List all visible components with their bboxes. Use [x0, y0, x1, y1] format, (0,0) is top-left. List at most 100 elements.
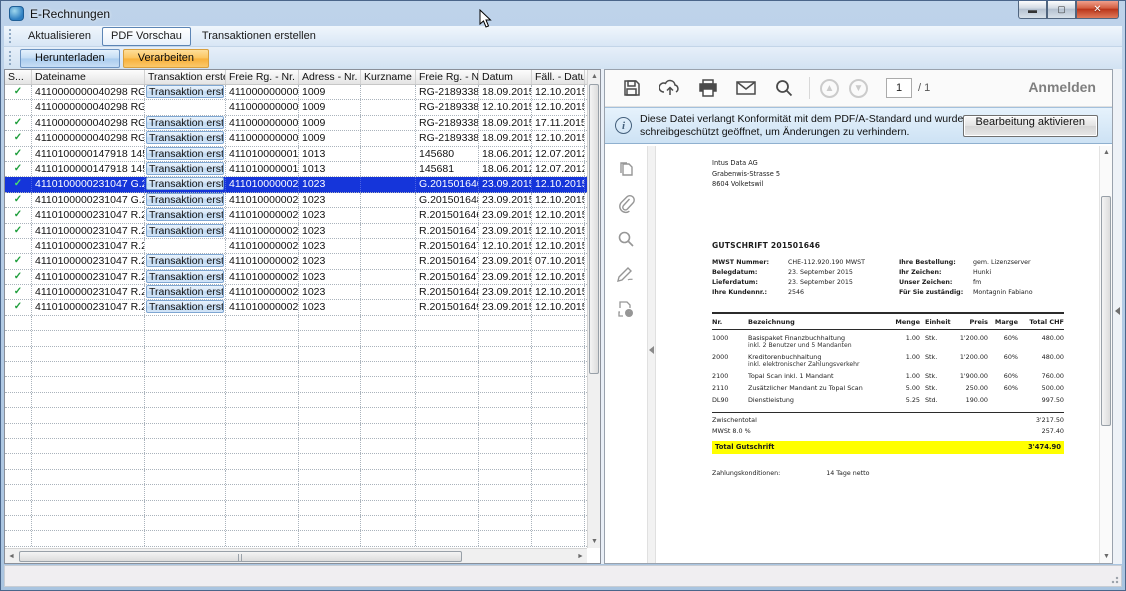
grid-horizontal-scrollbar[interactable]: ◄ ►: [5, 548, 587, 563]
grid-cell: [532, 331, 585, 345]
scroll-down-icon[interactable]: ▼: [588, 535, 601, 548]
table-row[interactable]: ✓4110100000231047 R.20...Transaktion ers…: [5, 285, 587, 300]
table-row[interactable]: ✓4110000000040298 RG-2...Transaktion ers…: [5, 131, 587, 146]
pdf-vscroll-thumb[interactable]: [1101, 196, 1111, 426]
print-icon[interactable]: [695, 75, 721, 101]
column-header[interactable]: Freie Rg. - Nr.: [416, 70, 479, 84]
pdf-scroll-down-icon[interactable]: ▼: [1100, 550, 1113, 563]
grid-cell: 1023: [299, 285, 361, 299]
table-row[interactable]: 4110000000040298 RG-2...411000000000...1…: [5, 100, 587, 115]
table-row-selected[interactable]: ✓4110100000231047 G.20...Transaktion ers…: [5, 177, 587, 192]
table-row[interactable]: 4110100000231047 R.20...411010000002...1…: [5, 239, 587, 254]
page-up-icon[interactable]: ▲: [820, 79, 839, 98]
invoice-total-line: Zwischentotal3'217.50: [712, 413, 1064, 424]
transaktion-erstellen-row-button[interactable]: Transaktion erstel: [146, 162, 224, 175]
grid-cell: 1009: [299, 100, 361, 114]
column-header[interactable]: Fäll. - Datum: [532, 70, 585, 84]
grid-cell: [361, 285, 416, 299]
table-row[interactable]: ✓4110100000231047 R.20...Transaktion ers…: [5, 300, 587, 315]
pdf-vertical-scrollbar[interactable]: ▲ ▼: [1099, 146, 1112, 563]
column-header[interactable]: Freie Rg. - Nr.: [226, 70, 299, 84]
table-row[interactable]: ✓4110000000040298 RG-2...Transaktion ers…: [5, 116, 587, 131]
bearbeitung-aktivieren-button[interactable]: Bearbeitung aktivieren: [963, 115, 1098, 137]
scroll-left-icon[interactable]: ◄: [5, 550, 18, 563]
transaktion-erstellen-row-button[interactable]: Transaktion erstel: [146, 254, 224, 267]
transaktion-erstellen-row-button[interactable]: Transaktion erstel: [146, 177, 224, 190]
toolbar-separator: [809, 77, 810, 99]
empty-row: [5, 516, 587, 531]
grid-cell: 411010000002...: [226, 270, 299, 284]
upload-icon[interactable]: [657, 75, 683, 101]
herunterladen-button[interactable]: Herunterladen: [20, 49, 120, 68]
column-header[interactable]: Kurzname: [361, 70, 416, 84]
table-row[interactable]: ✓4110100000147918 1456...Transaktion ers…: [5, 147, 587, 162]
transaktion-erstellen-row-button[interactable]: Transaktion erstel: [146, 285, 224, 298]
table-row[interactable]: ✓4110100000231047 G.20...Transaktion ers…: [5, 193, 587, 208]
page-number-input[interactable]: 1: [886, 78, 912, 98]
pages-icon[interactable]: [615, 158, 637, 180]
save-icon[interactable]: [619, 75, 645, 101]
collapse-right-icon[interactable]: [1115, 307, 1120, 315]
anmelden-button[interactable]: Anmelden: [1028, 79, 1096, 95]
grid-cell: [361, 454, 416, 468]
pdf-splitter[interactable]: [647, 146, 656, 563]
document-info-icon[interactable]: i: [615, 298, 637, 320]
grid-cell: 12.10.2015: [532, 208, 585, 222]
search-sidebar-icon[interactable]: [615, 228, 637, 250]
invoice-line-item: 2000Kreditorenbuchhaltunginkl. elektroni…: [712, 349, 1064, 368]
signature-icon[interactable]: [615, 263, 637, 285]
table-row[interactable]: ✓4110100000231047 R.20...Transaktion ers…: [5, 254, 587, 269]
grid-cell: 1009: [299, 116, 361, 130]
column-header[interactable]: Datum: [479, 70, 532, 84]
table-row[interactable]: ✓4110000000040298 RG-2...Transaktion ers…: [5, 85, 587, 100]
close-button[interactable]: ✕: [1076, 1, 1119, 19]
grid-cell: [5, 531, 32, 545]
file-grid-header[interactable]: S...DateinameTransaktion erste...Freie R…: [5, 70, 600, 85]
table-row[interactable]: ✓4110100000147918 1456...Transaktion ers…: [5, 162, 587, 177]
transaktionen-erstellen-button[interactable]: Transaktionen erstellen: [193, 27, 325, 46]
transaktion-erstellen-row-button[interactable]: Transaktion erstel: [146, 131, 224, 144]
grid-hscroll-thumb[interactable]: [19, 551, 462, 562]
empty-row: [5, 531, 587, 546]
scroll-up-icon[interactable]: ▲: [588, 70, 601, 83]
grid-cell: [416, 393, 479, 407]
column-header[interactable]: Transaktion erste...: [145, 70, 226, 84]
scroll-right-icon[interactable]: ►: [574, 550, 587, 563]
collapse-left-icon[interactable]: [649, 346, 654, 354]
grid-cell: Transaktion erstel: [145, 208, 226, 222]
column-header[interactable]: Adress - Nr.: [299, 70, 361, 84]
verarbeiten-button[interactable]: Verarbeiten: [123, 49, 209, 68]
transaktion-erstellen-row-button[interactable]: Transaktion erstel: [146, 208, 224, 221]
grid-cell: [226, 501, 299, 515]
pdf-scroll-up-icon[interactable]: ▲: [1100, 146, 1113, 159]
minimize-button[interactable]: ▬: [1018, 1, 1047, 19]
pdf-vorschau-button[interactable]: PDF Vorschau: [102, 27, 191, 46]
grid-cell: 23.09.2015: [479, 224, 532, 238]
column-header[interactable]: S...: [5, 70, 32, 84]
page-down-icon[interactable]: ▼: [849, 79, 868, 98]
table-row[interactable]: ✓4110100000231047 R.20...Transaktion ers…: [5, 208, 587, 223]
search-icon[interactable]: [771, 75, 797, 101]
grid-vscroll-thumb[interactable]: [589, 84, 599, 374]
attachment-icon[interactable]: [615, 193, 637, 215]
transaktion-erstellen-row-button[interactable]: Transaktion erstel: [146, 116, 224, 129]
right-collapse-strip[interactable]: [1113, 69, 1122, 564]
grid-cell: R.201501649: [416, 300, 479, 314]
maximize-button[interactable]: ▢: [1047, 1, 1076, 19]
aktualisieren-button[interactable]: Aktualisieren: [19, 27, 100, 46]
grid-cell: [361, 254, 416, 268]
transaktion-erstellen-row-button[interactable]: Transaktion erstel: [146, 224, 224, 237]
grid-vertical-scrollbar[interactable]: ▲ ▼: [587, 70, 600, 548]
transaktion-erstellen-row-button[interactable]: Transaktion erstel: [146, 270, 224, 283]
grid-cell: RG-2189338: [416, 116, 479, 130]
transaktion-erstellen-row-button[interactable]: Transaktion erstel: [146, 147, 224, 160]
resize-grip[interactable]: [1109, 574, 1119, 584]
column-header[interactable]: Dateiname: [32, 70, 145, 84]
table-row[interactable]: ✓4110100000231047 R.20...Transaktion ers…: [5, 270, 587, 285]
transaktion-erstellen-row-button[interactable]: Transaktion erstel: [146, 85, 224, 98]
transaktion-erstellen-row-button[interactable]: Transaktion erstel: [146, 300, 224, 313]
email-icon[interactable]: [733, 75, 759, 101]
table-row[interactable]: ✓4110100000231047 R.20...Transaktion ers…: [5, 224, 587, 239]
transaktion-erstellen-row-button[interactable]: Transaktion erstel: [146, 193, 224, 206]
grid-cell: 18.09.2015: [479, 85, 532, 99]
